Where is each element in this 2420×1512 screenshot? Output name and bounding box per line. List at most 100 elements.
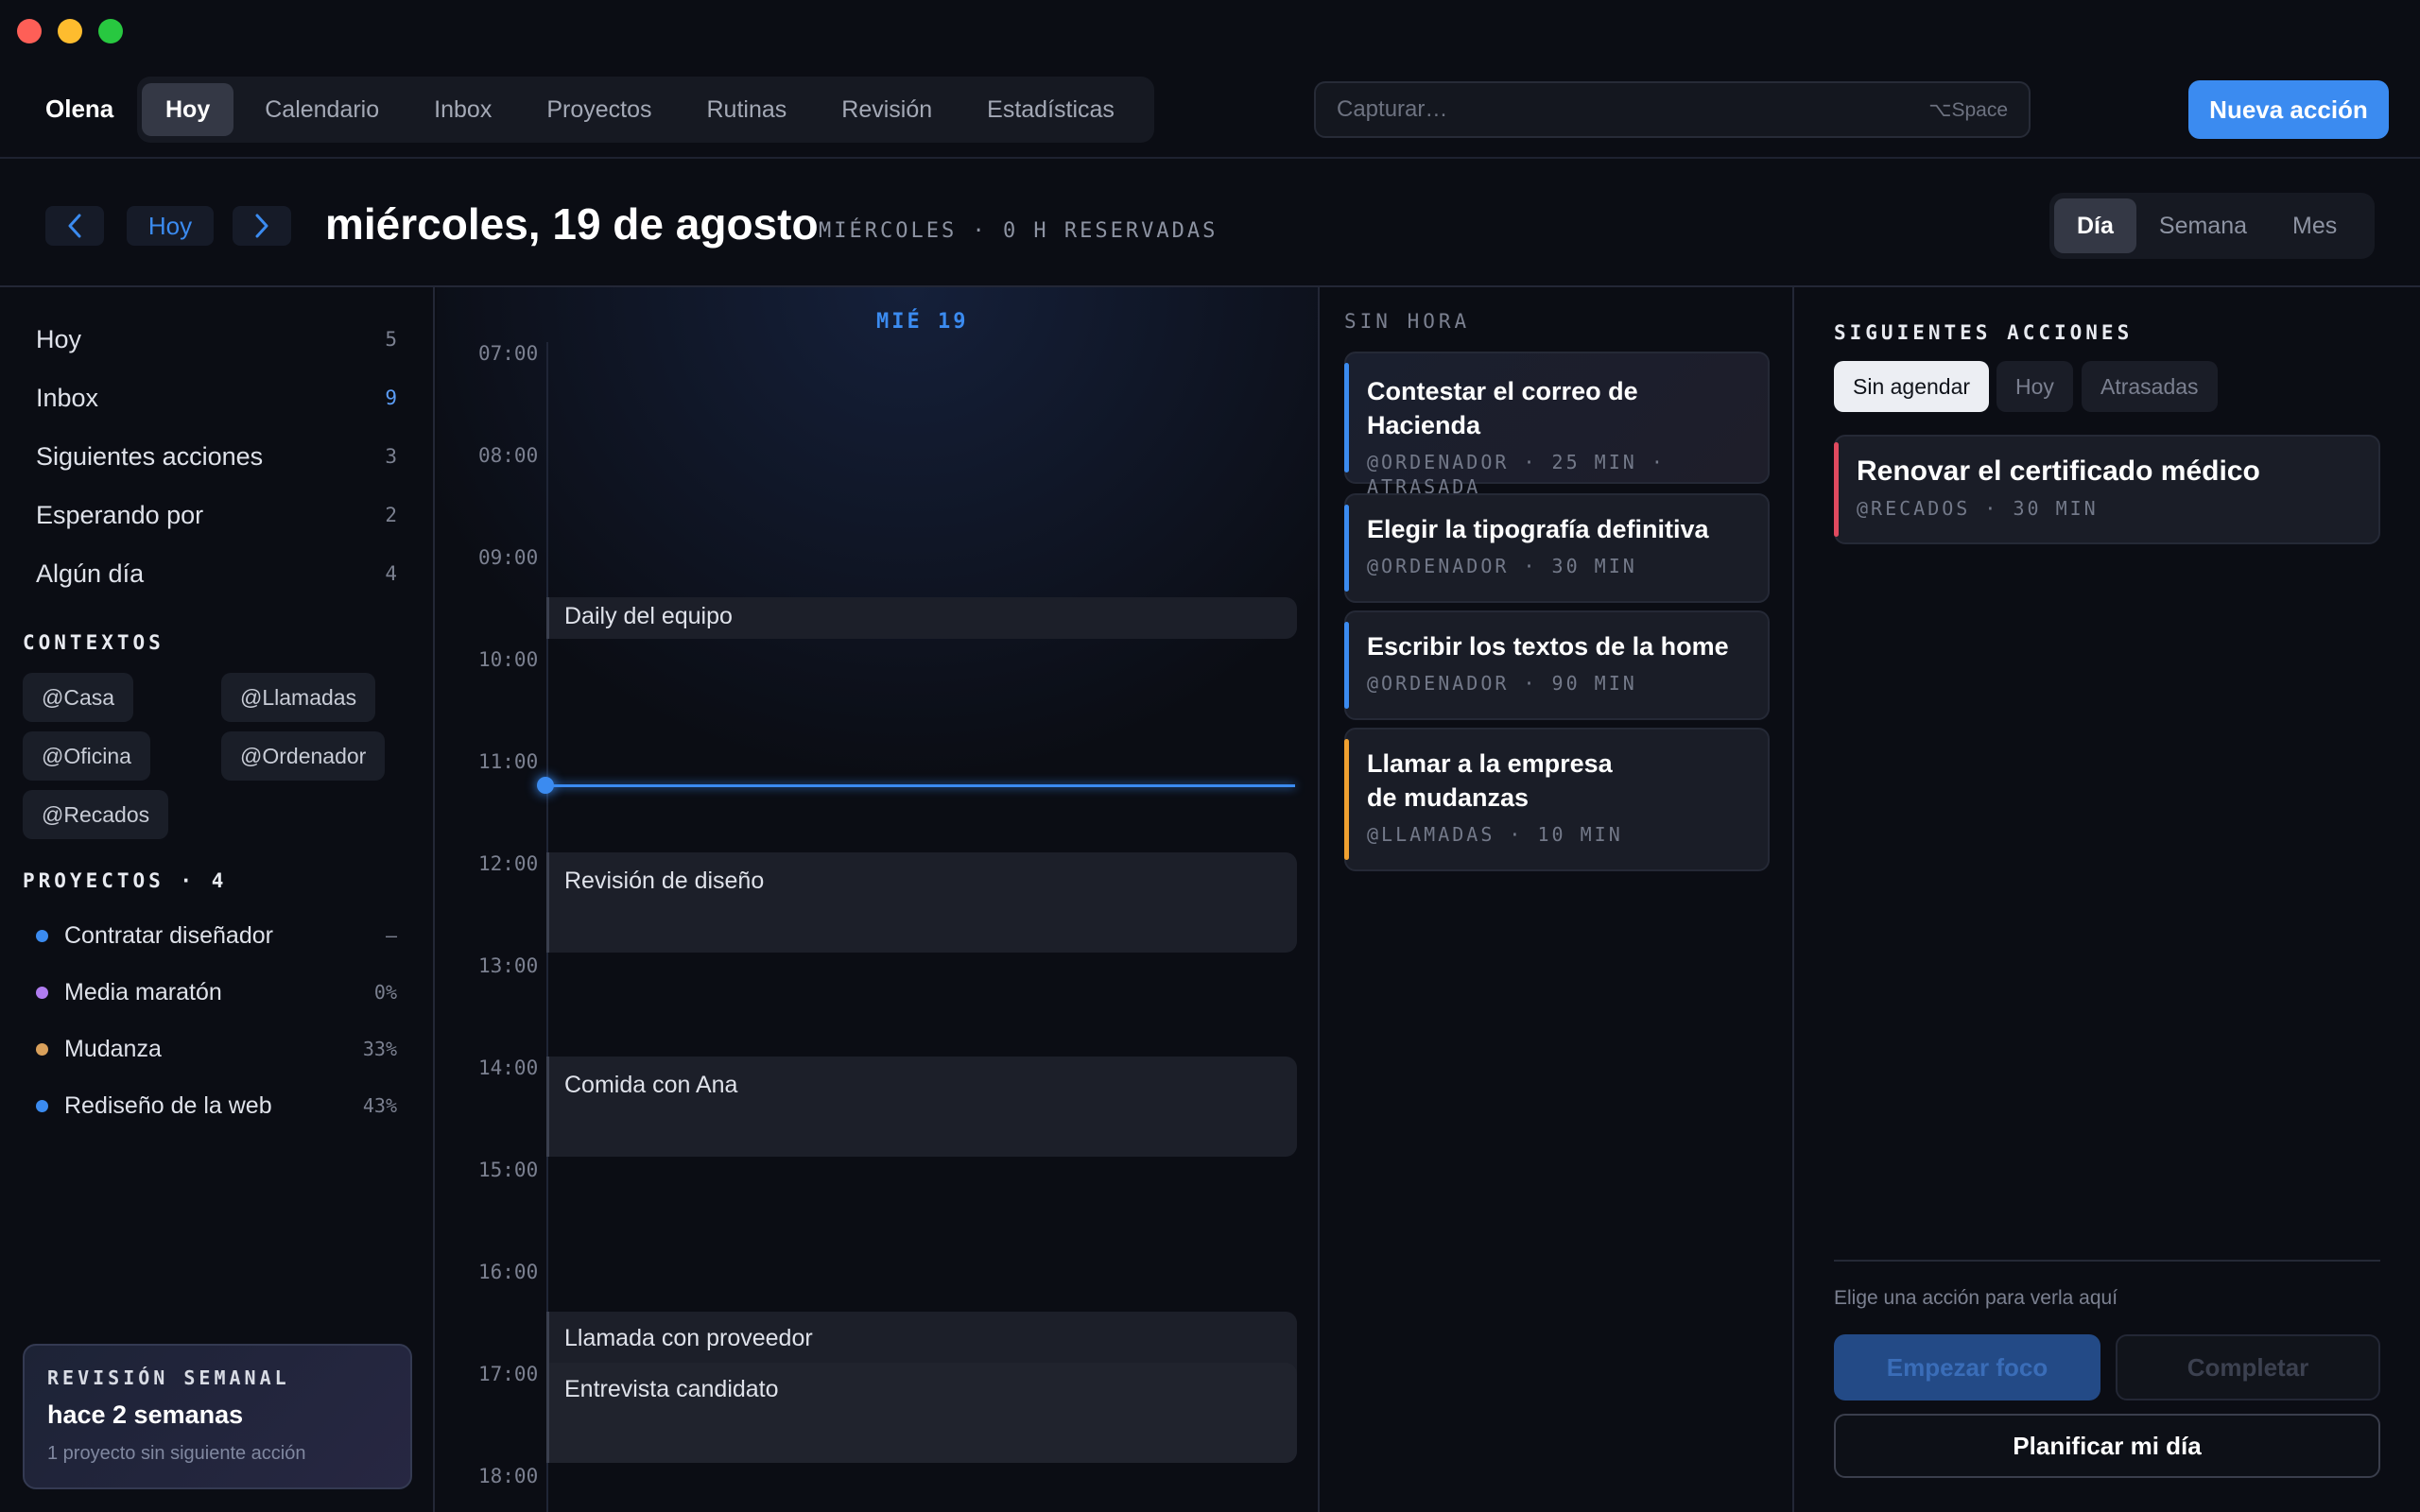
project-item[interactable]: Contratar diseñador –	[36, 917, 397, 954]
context-chip-casa[interactable]: @Casa	[23, 673, 134, 722]
task-title: Contestar el correo de Hacienda	[1367, 377, 1638, 439]
task-context-bar	[1834, 442, 1839, 537]
task-context-bar	[1344, 363, 1349, 472]
next-action-title: Renovar el certificado médico	[1857, 455, 2260, 487]
date-title: miércoles, 19 de agosto	[325, 199, 819, 249]
task-meta: @ORDENADOR · 25 MIN · ATRASADA	[1367, 451, 1666, 498]
maximize-window-button[interactable]	[98, 19, 123, 43]
next-actions-panel: SIGUIENTES ACCIONES Sin agendar Hoy Atra…	[1796, 287, 2420, 1512]
next-action-meta: @RECADOS · 30 MIN	[1857, 497, 2099, 520]
calendar-event-interview[interactable]: Entrevista candidato	[546, 1363, 1297, 1463]
tab-calendario[interactable]: Calendario	[241, 83, 403, 136]
context-chip-llamadas[interactable]: @Llamadas	[221, 673, 376, 722]
task-meta: @ORDENADOR · 30 MIN	[1367, 555, 1637, 577]
project-item[interactable]: Mudanza 33%	[36, 1030, 397, 1068]
hour-label: 17:00	[478, 1363, 539, 1385]
capture-shortcut: ⌥Space	[1928, 98, 2008, 121]
view-month[interactable]: Mes	[2270, 198, 2360, 253]
context-chip-recados[interactable]: @Recados	[23, 790, 169, 839]
project-name: Rediseño de la web	[64, 1091, 272, 1119]
day-calendar: MIÉ 19 07:00 08:00 09:00 10:00 11:00 12:…	[437, 287, 1320, 1512]
task-title: Llamar a la empresa de mudanzas	[1367, 749, 1613, 812]
project-name: Media maratón	[64, 978, 222, 1005]
project-progress: 43%	[362, 1094, 397, 1117]
project-color-dot	[36, 929, 48, 942]
next-action-card[interactable]: Renovar el certificado médico @RECADOS ·…	[1834, 435, 2380, 544]
sidebar-item-siguientes-acciones[interactable]: Siguientes acciones 3	[36, 433, 397, 480]
weekly-review-subtitle: 1 proyecto sin siguiente acción	[47, 1443, 306, 1464]
hour-label: 11:00	[478, 750, 539, 773]
sidebar-item-inbox[interactable]: Inbox 9	[36, 374, 397, 421]
capture-input[interactable]: Capturar… ⌥Space	[1314, 81, 2031, 138]
project-color-dot	[36, 1099, 48, 1112]
view-day[interactable]: Día	[2054, 198, 2136, 253]
sidebar: Hoy 5 Inbox 9 Siguientes acciones 3 Espe…	[0, 287, 435, 1512]
next-day-button[interactable]	[233, 206, 291, 246]
project-color-dot	[36, 1042, 48, 1056]
project-name: Mudanza	[64, 1035, 162, 1062]
tab-hoy[interactable]: Hoy	[142, 83, 234, 136]
project-item[interactable]: Rediseño de la web 43%	[36, 1087, 397, 1125]
filter-sin-agendar[interactable]: Sin agendar	[1834, 361, 1990, 412]
tab-inbox[interactable]: Inbox	[410, 83, 515, 136]
project-name: Contratar diseñador	[64, 921, 273, 949]
hour-label: 07:00	[478, 342, 539, 365]
complete-button[interactable]: Completar	[2116, 1334, 2380, 1400]
calendar-event-lunch[interactable]: Comida con Ana	[546, 1057, 1297, 1157]
task-context-bar	[1344, 622, 1349, 709]
start-focus-button[interactable]: Empezar foco	[1834, 1334, 2100, 1400]
sidebar-item-algun-dia[interactable]: Algún día 4	[36, 550, 397, 597]
chevron-right-icon	[255, 214, 268, 238]
task-context-bar	[1344, 505, 1349, 592]
task-context-bar	[1344, 739, 1349, 860]
close-window-button[interactable]	[17, 19, 42, 43]
minimize-window-button[interactable]	[58, 19, 82, 43]
task-card[interactable]: Elegir la tipografía definitiva @ORDENAD…	[1344, 493, 1770, 603]
unscheduled-heading: SIN HORA	[1344, 310, 1471, 333]
current-time-line	[548, 784, 1295, 787]
sidebar-item-hoy[interactable]: Hoy 5	[36, 316, 397, 363]
context-chip-oficina[interactable]: @Oficina	[23, 731, 150, 781]
date-subtitle: MIÉRCOLES · 0 H RESERVADAS	[819, 219, 1219, 243]
hour-label: 12:00	[478, 852, 539, 875]
hour-label: 09:00	[478, 546, 539, 569]
contexts-heading: CONTEXTOS	[23, 631, 164, 654]
sidebar-item-count: 4	[385, 562, 397, 585]
plan-my-day-button[interactable]: Planificar mi día	[1834, 1414, 2380, 1478]
project-item[interactable]: Media maratón 0%	[36, 973, 397, 1011]
task-card[interactable]: Llamar a la empresa de mudanzas @LLAMADA…	[1344, 728, 1770, 871]
context-chip-ordenador[interactable]: @Ordenador	[221, 731, 386, 781]
view-switcher: Día Semana Mes	[2049, 193, 2375, 259]
task-card[interactable]: Escribir los textos de la home @ORDENADO…	[1344, 610, 1770, 720]
tab-estadisticas[interactable]: Estadísticas	[963, 83, 1138, 136]
filter-atrasadas[interactable]: Atrasadas	[2082, 361, 2218, 412]
project-progress: 0%	[373, 981, 397, 1004]
previous-day-button[interactable]	[45, 206, 104, 246]
calendar-event-daily[interactable]: Daily del equipo	[546, 597, 1297, 639]
project-color-dot	[36, 986, 48, 999]
sidebar-item-label: Esperando por	[36, 500, 204, 529]
main-tabs: Hoy Calendario Inbox Proyectos Rutinas R…	[137, 77, 1154, 143]
unscheduled-column: SIN HORA Contestar el correo de Hacienda…	[1322, 287, 1794, 1512]
tab-rutinas[interactable]: Rutinas	[683, 83, 811, 136]
hour-label: 18:00	[478, 1465, 539, 1487]
sidebar-item-label: Siguientes acciones	[36, 441, 264, 471]
panel-divider	[1834, 1260, 2380, 1262]
hour-label: 16:00	[478, 1261, 539, 1283]
chevron-left-icon	[68, 214, 81, 238]
view-week[interactable]: Semana	[2136, 198, 2270, 253]
project-progress: 33%	[362, 1038, 397, 1060]
calendar-event-design-review[interactable]: Revisión de diseño	[546, 852, 1297, 953]
filter-hoy[interactable]: Hoy	[1996, 361, 2073, 412]
tab-proyectos[interactable]: Proyectos	[523, 83, 675, 136]
sidebar-item-esperando-por[interactable]: Esperando por 2	[36, 491, 397, 539]
task-card[interactable]: Contestar el correo de Hacienda @ORDENAD…	[1344, 352, 1770, 498]
task-title: Elegir la tipografía definitiva	[1367, 515, 1709, 543]
top-navigation: Olena Hoy Calendario Inbox Proyectos Rut…	[0, 57, 2420, 159]
today-button[interactable]: Hoy	[127, 206, 214, 246]
date-header: Hoy miércoles, 19 de agosto MIÉRCOLES · …	[0, 159, 2420, 287]
weekly-review-card[interactable]: REVISIÓN SEMANAL hace 2 semanas 1 proyec…	[23, 1344, 412, 1489]
tab-revision[interactable]: Revisión	[818, 83, 956, 136]
new-action-button[interactable]: Nueva acción	[2188, 80, 2389, 139]
window-controls	[17, 19, 123, 43]
